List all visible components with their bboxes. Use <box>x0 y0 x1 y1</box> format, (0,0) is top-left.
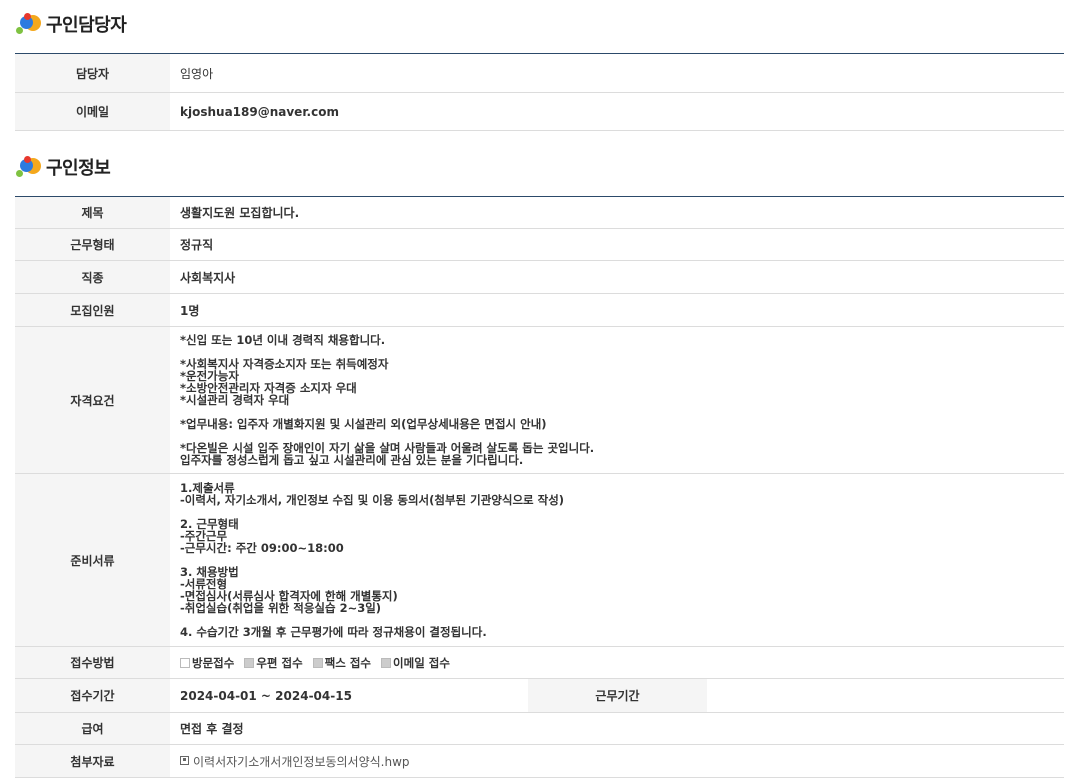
manager-label: 담당자 <box>15 53 170 93</box>
email-label: 이메일 <box>15 92 170 131</box>
headcount-value: 1명 <box>170 293 1064 327</box>
table-row: 직종 사회복지사 <box>15 260 1064 294</box>
checkbox-checked-icon <box>312 657 323 668</box>
table-row: 담당자 임영아 <box>15 53 1064 93</box>
email-value: kjoshua189@naver.com <box>170 92 1064 131</box>
table-row: 모집인원 1명 <box>15 293 1064 327</box>
contact-table: 담당자 임영아 이메일 kjoshua189@naver.com <box>15 53 1064 131</box>
work-type-value: 정규직 <box>170 228 1064 261</box>
attachment-filename: 이력서자기소개서개인정보동의서양식.hwp <box>193 754 410 769</box>
table-row: 접수기간 2024-04-01 ~ 2024-04-15 근무기간 <box>15 678 1064 713</box>
job-title-text: 구인정보 <box>46 158 111 179</box>
checkbox-checked-icon <box>381 657 392 668</box>
subject-value: 생활지도원 모집합니다. <box>170 196 1064 229</box>
job-type-value: 사회복지사 <box>170 260 1064 294</box>
table-row: 근무형태 정규직 <box>15 228 1064 261</box>
table-row: 접수방법 방문접수 우편 접수 팩스 접수 이메일 접수 <box>15 646 1064 679</box>
attachment-link[interactable]: 이력서자기소개서개인정보동의서양식.hwp <box>180 755 410 769</box>
work-period-value <box>707 678 1064 713</box>
documents-label: 준비서류 <box>15 473 170 647</box>
table-row: 이메일 kjoshua189@naver.com <box>15 92 1064 131</box>
table-row: 급여 면접 후 결정 <box>15 712 1064 745</box>
section-bullet-icon <box>16 10 44 38</box>
table-row: 제목 생활지도원 모집합니다. <box>15 196 1064 229</box>
table-row: 첨부자료 이력서자기소개서개인정보동의서양식.hwp <box>15 744 1064 778</box>
method-visit: 방문접수 <box>180 655 234 671</box>
contact-section-title: 구인담당자 <box>16 9 127 39</box>
contact-title-text: 구인담당자 <box>46 15 127 36</box>
salary-label: 급여 <box>15 712 170 745</box>
section-bullet-icon <box>16 153 44 181</box>
documents-value: 1.제출서류 -이력서, 자기소개서, 개인정보 수집 및 이용 동의서(첨부된… <box>170 473 1064 647</box>
subject-label: 제목 <box>15 196 170 229</box>
work-period-label: 근무기간 <box>528 678 707 713</box>
job-section-title: 구인정보 <box>16 152 111 182</box>
qualifications-value: *신입 또는 10년 이내 경력직 채용합니다. *사회복지사 자격증소지자 또… <box>170 326 1064 474</box>
manager-value: 임영아 <box>170 53 1064 93</box>
attachment-cell: 이력서자기소개서개인정보동의서양식.hwp <box>170 744 1064 778</box>
file-icon <box>180 755 189 765</box>
attachment-label: 첨부자료 <box>15 744 170 778</box>
table-row: 자격요건 *신입 또는 10년 이내 경력직 채용합니다. *사회복지사 자격증… <box>15 326 1064 474</box>
method-email: 이메일 접수 <box>381 655 450 671</box>
period-value: 2024-04-01 ~ 2024-04-15 <box>170 678 528 713</box>
method-fax: 팩스 접수 <box>312 655 371 671</box>
job-type-label: 직종 <box>15 260 170 294</box>
checkbox-checked-icon <box>244 657 255 668</box>
qualifications-label: 자격요건 <box>15 326 170 474</box>
period-label: 접수기간 <box>15 678 170 713</box>
method-mail: 우편 접수 <box>244 655 303 671</box>
method-label: 접수방법 <box>15 646 170 679</box>
work-type-label: 근무형태 <box>15 228 170 261</box>
salary-value: 면접 후 결정 <box>170 712 1064 745</box>
table-row: 준비서류 1.제출서류 -이력서, 자기소개서, 개인정보 수집 및 이용 동의… <box>15 473 1064 647</box>
method-value: 방문접수 우편 접수 팩스 접수 이메일 접수 <box>170 646 1064 679</box>
checkbox-icon <box>180 657 190 668</box>
headcount-label: 모집인원 <box>15 293 170 327</box>
job-info-table: 제목 생활지도원 모집합니다. 근무형태 정규직 직종 사회복지사 모집인원 1… <box>15 196 1064 778</box>
